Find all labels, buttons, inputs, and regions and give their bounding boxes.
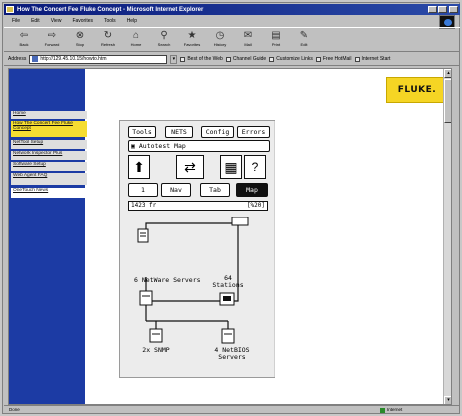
page-content: Home How The Concert Fee Fluke Concept N…	[8, 68, 452, 405]
menu-help[interactable]: Help	[127, 18, 137, 24]
home-icon: ⌂	[132, 30, 140, 41]
internet-zone-icon	[380, 407, 385, 413]
link-icon	[354, 56, 360, 62]
tab-config[interactable]: Config	[201, 126, 234, 138]
page-icon	[32, 56, 39, 62]
print-icon: ▤	[271, 30, 281, 41]
sidebar-item-nettool-setup[interactable]: NetTool Setup	[11, 140, 87, 149]
node-netware-servers[interactable]: 6 NetWare Servers	[134, 277, 201, 284]
link-icon	[315, 56, 321, 62]
app-icon	[6, 6, 14, 13]
refresh-icon: ↻	[103, 30, 113, 41]
scroll-thumb[interactable]	[444, 79, 451, 123]
tab-nets[interactable]: NETS	[165, 126, 193, 138]
menu-file[interactable]: File	[12, 18, 20, 24]
fluke-logo[interactable]: FLUKE.	[386, 77, 448, 103]
node-snmp[interactable]: 2x SNMP	[136, 347, 176, 354]
link-icon	[225, 56, 231, 62]
up-arrow-icon: ⬆	[133, 159, 145, 175]
address-value: http://129.45.10.15/howto.htm	[40, 56, 107, 62]
security-zone: Internet	[380, 406, 402, 414]
toolbar: ⇦ Back ⇨ Forward ⊗ Stop ↻ Refresh ⌂ Home ⚲ Sea…	[4, 27, 460, 52]
link-icon	[269, 56, 275, 62]
link-icon	[180, 56, 186, 62]
favorites-icon: ★	[187, 30, 197, 41]
print-button[interactable]: ▤ Print	[266, 30, 286, 51]
status-line: 1423 fr [%20]	[128, 201, 268, 211]
home-nav-button[interactable]: ⬆	[128, 155, 150, 179]
node-stations[interactable]: 64 Stations	[212, 275, 244, 289]
back-arrow-icon: ⇦	[19, 30, 29, 41]
maximize-button[interactable]	[438, 6, 447, 13]
print-device-button[interactable]: ▦	[220, 155, 242, 179]
edit-button[interactable]: ✎ Edit	[294, 30, 314, 51]
sidebar-item-how-concept[interactable]: How The Concert Fee Fluke Concept	[11, 121, 87, 137]
scroll-down-arrow-icon[interactable]: ▾	[444, 396, 451, 404]
link-hotmail[interactable]: Free HotMail	[315, 56, 352, 62]
network-button[interactable]: ⇄	[176, 155, 204, 179]
status-right: [%20]	[246, 202, 265, 209]
menu-favorites[interactable]: Favorites	[72, 18, 93, 24]
mail-button[interactable]: ✉ Mail	[238, 30, 258, 51]
status-left: 1423 fr	[131, 202, 157, 209]
forward-arrow-icon: ⇨	[47, 30, 57, 41]
vertical-scrollbar[interactable]: ▴ ▾	[443, 69, 451, 404]
menu-edit[interactable]: Edit	[31, 18, 40, 24]
minimize-button[interactable]	[428, 6, 437, 13]
mode-tab-1[interactable]: 1	[128, 183, 158, 197]
stop-icon: ⊗	[75, 30, 85, 41]
link-best-of-web[interactable]: Best of the Web	[180, 56, 223, 62]
help-icon: ?	[251, 160, 259, 174]
address-label: Address	[8, 56, 27, 62]
stop-button[interactable]: ⊗ Stop	[70, 30, 90, 51]
onetouch-device-screen: Tools NETS Config Errors ▣ Autotest Map …	[119, 120, 275, 378]
scroll-up-arrow-icon[interactable]: ▴	[444, 69, 451, 78]
network-map: 6 NetWare Servers 64 Stations 2x SNMP 4 …	[128, 217, 268, 377]
title-bar[interactable]: How The Concert Fee Fluke Concept - Micr…	[4, 4, 460, 15]
search-icon: ⚲	[160, 30, 168, 41]
link-internet-start[interactable]: Internet Start	[354, 56, 390, 62]
link-customize[interactable]: Customize Links	[269, 56, 313, 62]
sidebar-item-network-inspector[interactable]: Network Inspector Plus	[11, 151, 87, 160]
help-button[interactable]: ?	[244, 155, 266, 179]
printer-icon: ▦	[224, 159, 238, 175]
screen-title-row: ▣ Autotest Map	[128, 140, 270, 152]
address-input[interactable]: http://129.45.10.15/howto.htm	[29, 54, 168, 64]
search-button[interactable]: ⚲ Search	[154, 30, 174, 51]
edit-icon: ✎	[299, 30, 309, 41]
menu-view[interactable]: View	[51, 18, 62, 24]
tab-tools[interactable]: Tools	[128, 126, 156, 138]
browser-window: How The Concert Fee Fluke Concept - Micr…	[2, 2, 460, 414]
menu-bar: File Edit View Favorites Tools Help	[4, 16, 460, 25]
folder-icon: ▣	[131, 142, 135, 150]
network-icon: ⇄	[184, 159, 196, 175]
sidebar-item-web-agent-faq[interactable]: Web Agent FAQ	[11, 173, 87, 185]
address-bar: Address http://129.45.10.15/howto.htm ▾ …	[4, 53, 460, 66]
status-bar: Done Internet	[4, 405, 460, 414]
address-dropdown[interactable]: ▾	[170, 54, 178, 64]
refresh-button[interactable]: ↻ Refresh	[98, 30, 118, 51]
status-text: Done	[9, 407, 20, 412]
back-button[interactable]: ⇦ Back	[14, 30, 34, 51]
sidebar-item-onetouch-news[interactable]: OneTouch News	[11, 188, 87, 198]
mode-tab-nav[interactable]: Nav	[161, 183, 191, 197]
sidebar-item-software-setup[interactable]: Software Setup	[11, 162, 87, 171]
window-title: How The Concert Fee Fluke Concept - Micr…	[17, 6, 204, 13]
home-button[interactable]: ⌂ Home	[126, 30, 146, 51]
history-icon: ◷	[215, 30, 225, 41]
mode-tab-map[interactable]: Map	[236, 183, 268, 197]
tab-errors[interactable]: Errors	[237, 126, 270, 138]
node-netbios-servers[interactable]: 4 NetBIOS Servers	[206, 347, 258, 361]
screen-title: Autotest Map	[138, 142, 186, 150]
link-channel-guide[interactable]: Channel Guide	[225, 56, 266, 62]
sidebar: Home How The Concert Fee Fluke Concept N…	[9, 69, 87, 404]
favorites-button[interactable]: ★ Favorites	[182, 30, 202, 51]
menu-tools[interactable]: Tools	[104, 18, 116, 24]
forward-button[interactable]: ⇨ Forward	[42, 30, 62, 51]
mode-tab-tab[interactable]: Tab	[200, 183, 230, 197]
history-button[interactable]: ◷ History	[210, 30, 230, 51]
close-button[interactable]	[449, 6, 458, 13]
mail-icon: ✉	[243, 30, 253, 41]
sidebar-item-home[interactable]: Home	[11, 111, 87, 119]
